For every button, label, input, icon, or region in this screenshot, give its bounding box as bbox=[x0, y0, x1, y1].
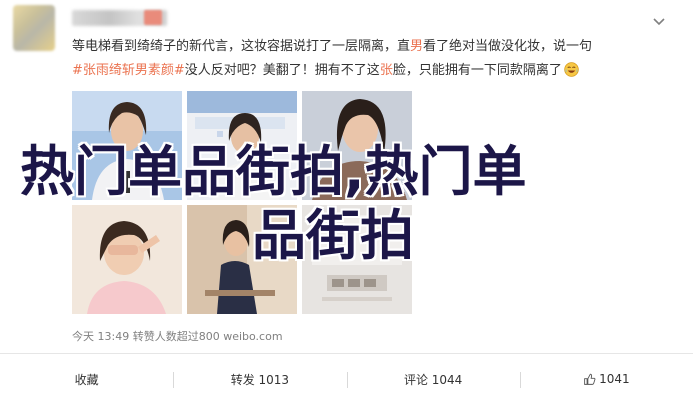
user-badge-icon bbox=[144, 10, 162, 25]
post-highlight: 张 bbox=[379, 63, 393, 78]
favorite-label: 收藏 bbox=[74, 372, 99, 387]
post-text-segment: 脸，只能拥有一下同款隔离了 bbox=[392, 63, 562, 78]
post-text-segment: 等电梯看到绮绮子的新代言，这妆容据说打了一层隔离，直 bbox=[72, 39, 411, 54]
action-bar: 收藏 转发 1013 评论 1044 1041 bbox=[0, 354, 693, 404]
watermark-overlay-title: 热门单品街拍,热门单 品街拍 bbox=[20, 140, 660, 268]
overlay-line-2: 品街拍 bbox=[252, 204, 414, 267]
favorite-button[interactable]: 收藏 bbox=[0, 354, 173, 404]
topic-link[interactable]: #张雨绮斩男素颜# bbox=[72, 63, 185, 78]
comment-button[interactable]: 评论 1044 bbox=[346, 354, 520, 404]
post-time[interactable]: 今天 13:49 bbox=[72, 330, 129, 343]
post-stats: 转赞人数超过800 bbox=[132, 330, 220, 343]
overlay-line-1: 热门单品街拍,热门单 bbox=[20, 140, 527, 203]
post-text: 等电梯看到绮绮子的新代言，这妆容据说打了一层隔离，直男看了绝对当做没化妆，说一句… bbox=[72, 35, 672, 83]
post-meta: 今天 13:49 转赞人数超过800 weibo.com bbox=[72, 328, 283, 344]
like-button[interactable]: 1041 bbox=[519, 354, 693, 404]
laughing-tears-emoji-icon bbox=[564, 62, 579, 77]
post-source: weibo.com bbox=[223, 330, 283, 343]
repost-label: 转发 1013 bbox=[230, 372, 290, 387]
post-text-segment: 没人反对吧？美翻了！拥有不了这 bbox=[184, 63, 380, 78]
like-count: 1041 bbox=[599, 372, 630, 386]
post-highlight: 男 bbox=[410, 39, 424, 54]
thumbs-up-icon bbox=[584, 373, 596, 385]
chevron-down-icon[interactable] bbox=[651, 13, 667, 29]
post-text-segment: 看了绝对当做没化妆，说一句 bbox=[423, 39, 593, 54]
avatar[interactable] bbox=[13, 5, 55, 51]
comment-label: 评论 1044 bbox=[403, 372, 463, 387]
repost-button[interactable]: 转发 1013 bbox=[173, 354, 346, 404]
